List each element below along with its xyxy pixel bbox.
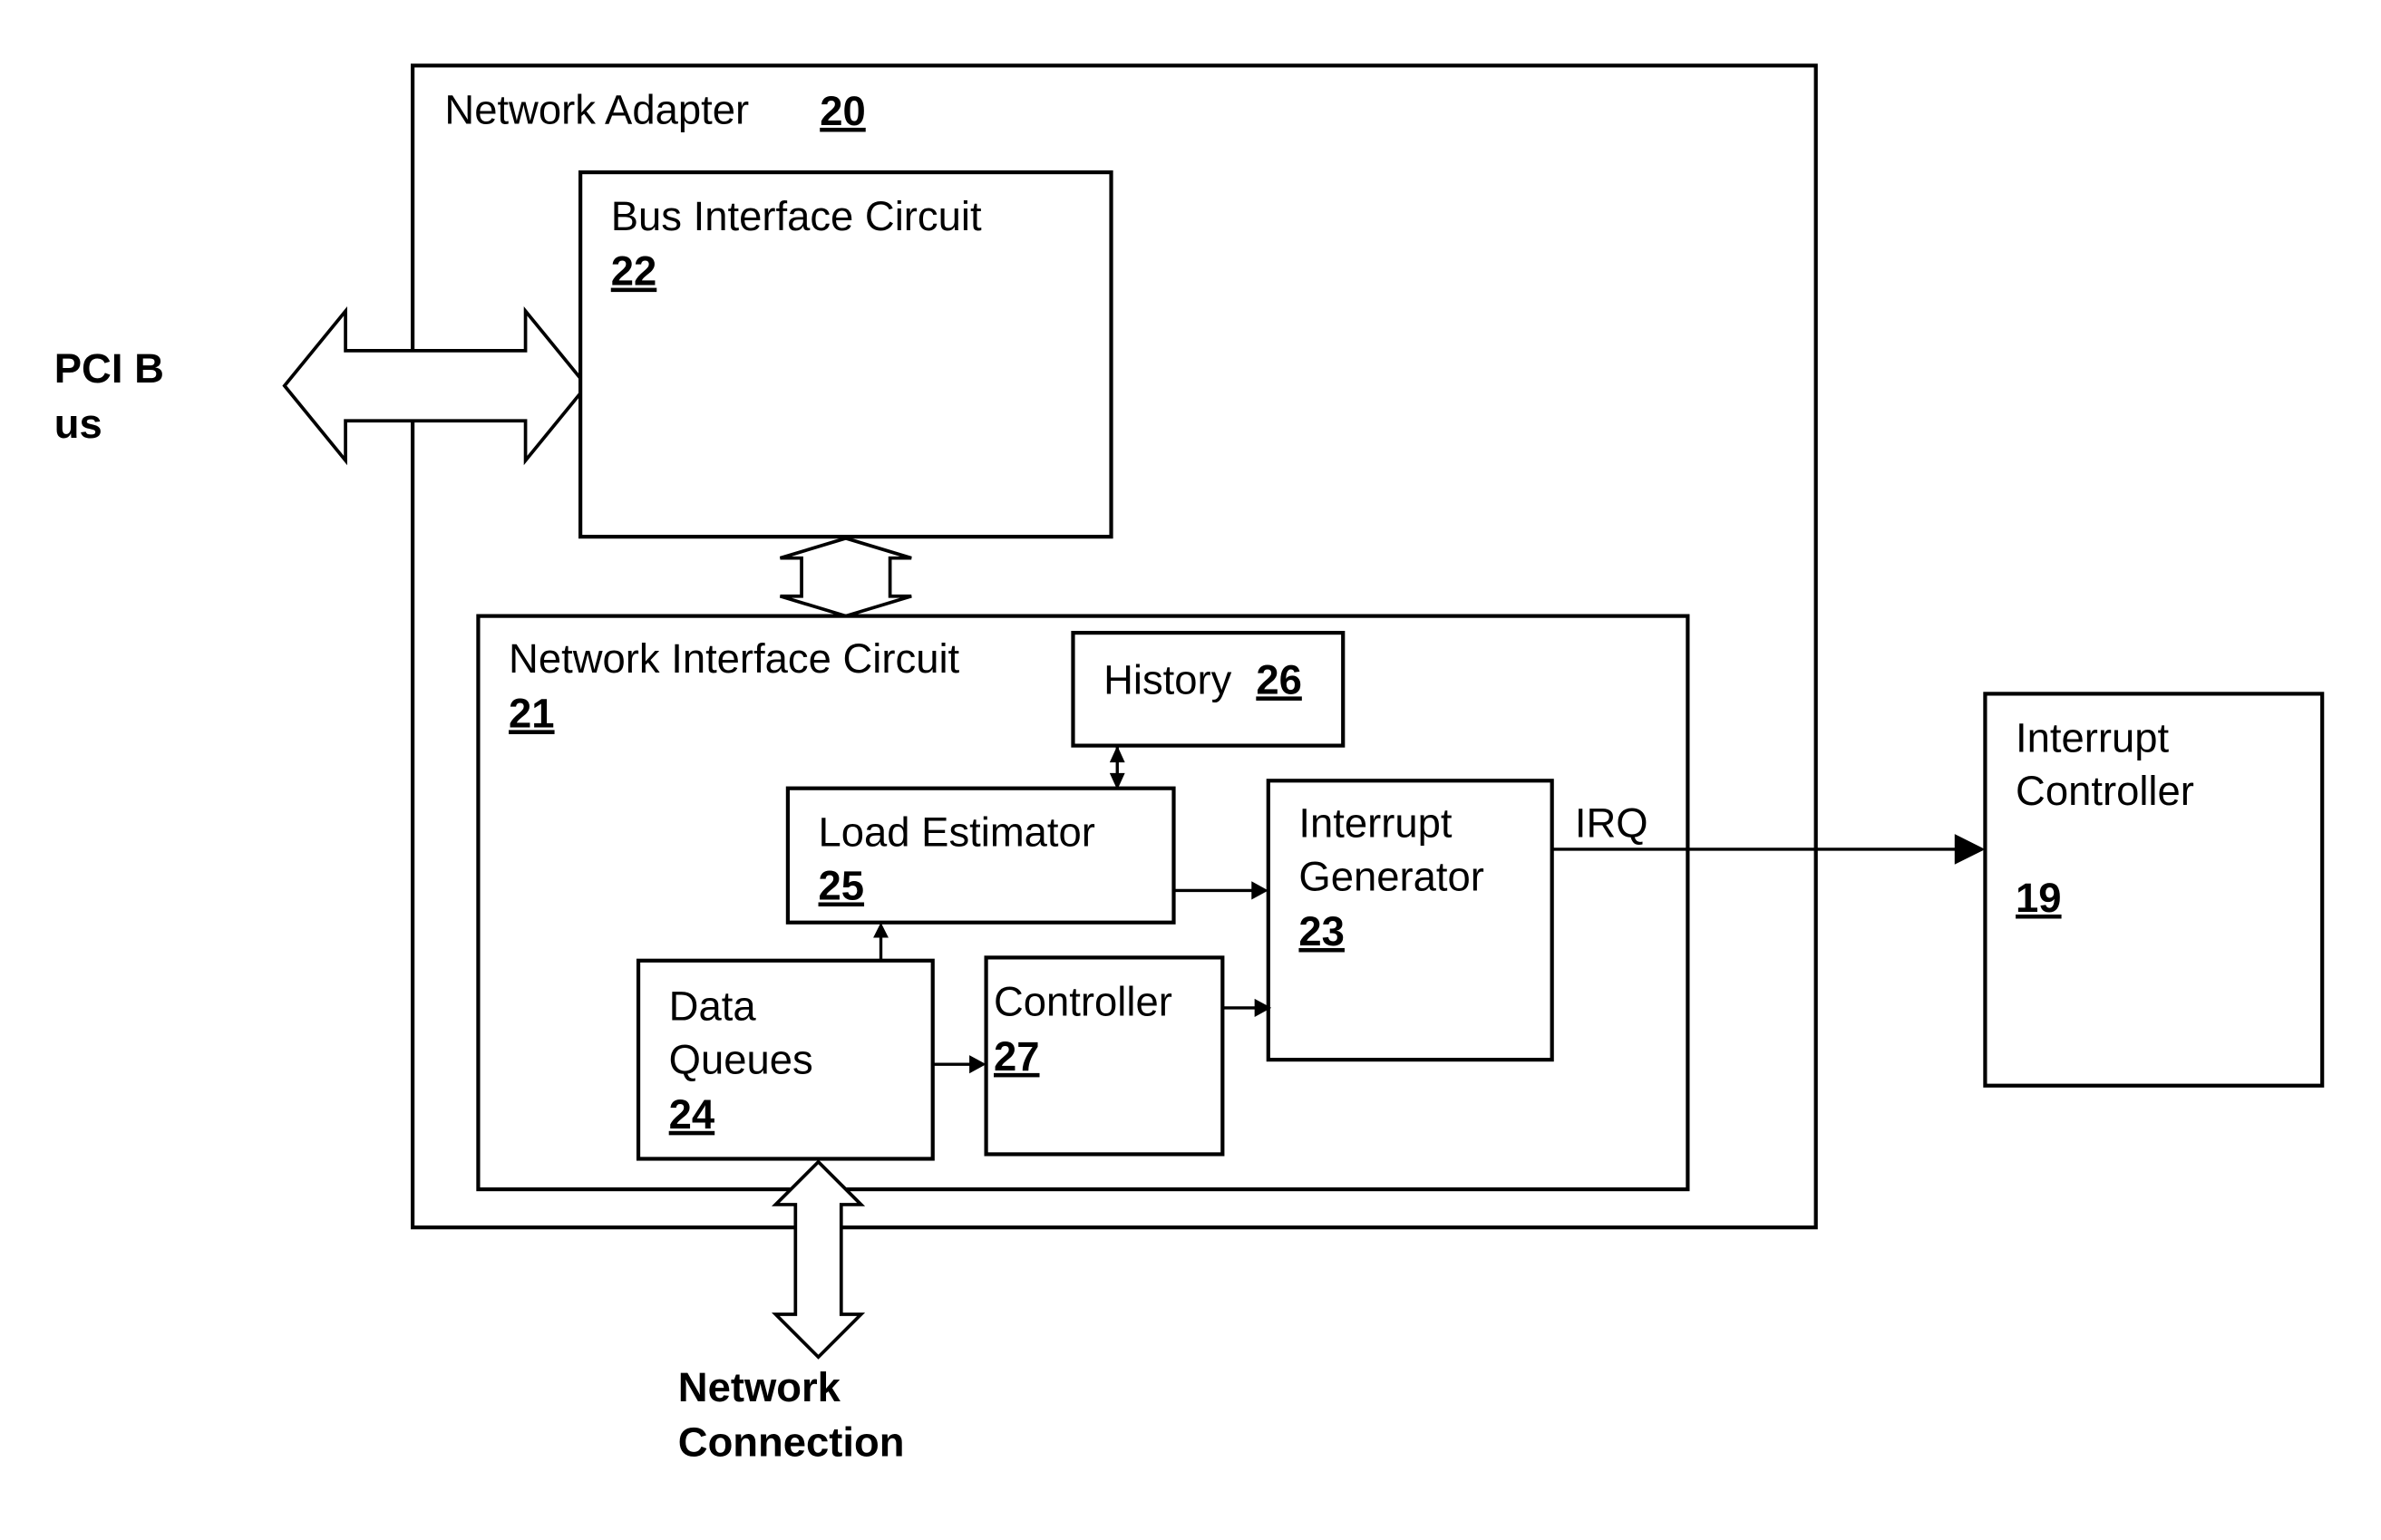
pci-bus-label-line1: PCI B	[54, 345, 164, 392]
interrupt-generator-label-line2: Generator	[1298, 853, 1483, 899]
network-interface-circuit-label: Network Interface Circuit	[509, 635, 959, 682]
controller-ref: 27	[994, 1033, 1040, 1080]
bus-interface-circuit-label: Bus Interface Circuit	[611, 193, 982, 239]
interrupt-generator-ref: 23	[1298, 908, 1345, 954]
controller-label: Controller	[994, 978, 1172, 1024]
pci-bus-label-line2: us	[54, 401, 102, 447]
history-label: History	[1103, 656, 1232, 702]
data-queues-label-line2: Queues	[669, 1036, 813, 1082]
network-connection-label-line2: Connection	[678, 1419, 905, 1465]
arrowhead-interrupt-controller	[1954, 834, 1986, 865]
history-ref: 26	[1256, 656, 1302, 702]
network-adapter-ref: 20	[820, 88, 866, 134]
load-estimator-ref: 25	[819, 862, 865, 908]
interrupt-controller-ref: 19	[2016, 875, 2062, 921]
network-adapter-diagram: Network Adapter 20 PCI B us Bus Interfac…	[54, 63, 2325, 1465]
network-connection-arrow	[771, 1159, 866, 1360]
interrupt-controller-label-line2: Controller	[2016, 768, 2194, 814]
data-queues-label-line1: Data	[669, 983, 757, 1029]
network-adapter-label: Network Adapter	[444, 86, 749, 132]
interrupt-generator-label-line1: Interrupt	[1298, 800, 1452, 847]
network-connection-label-line1: Network	[678, 1364, 841, 1410]
irq-label: IRQ	[1575, 800, 1648, 847]
interrupt-controller-label-line1: Interrupt	[2016, 714, 2169, 760]
data-queues-ref: 24	[669, 1091, 715, 1138]
bus-interface-circuit-ref: 22	[611, 248, 657, 295]
load-estimator-label: Load Estimator	[819, 809, 1095, 856]
network-interface-circuit-ref: 21	[509, 690, 555, 736]
